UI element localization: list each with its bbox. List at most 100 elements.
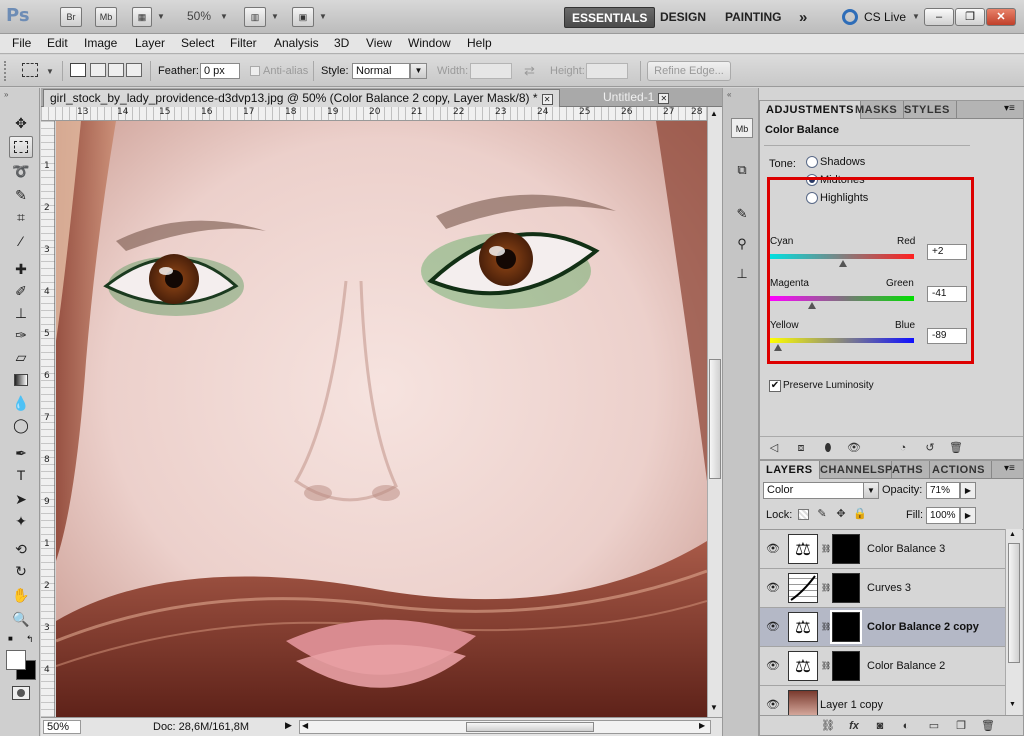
spot-healing-tool-icon[interactable]: ✚ [9,258,33,280]
menu-file[interactable]: File [12,36,31,50]
scroll-up-icon[interactable]: ▲ [1009,531,1016,538]
eye-icon[interactable]: 👁 [766,542,780,555]
swap-colors-icon[interactable]: ↰ [26,634,34,645]
dock-collapse-icon[interactable]: « [727,90,731,99]
tab-masks[interactable]: MASKS [849,101,905,119]
path-select-tool-icon[interactable]: ➤ [9,488,33,510]
status-menu-icon[interactable]: ▶ [285,720,292,731]
feather-input[interactable]: 0 px [200,63,240,79]
eye-icon[interactable]: 👁 [766,581,780,594]
magenta-green-track[interactable] [770,296,914,301]
3d-rotate-tool-icon[interactable]: ⟲ [9,538,33,560]
panel-menu-icon[interactable]: ▾≡ [1004,103,1015,114]
tab-styles[interactable]: STYLES [898,101,957,119]
screen-mode-dropdown-icon[interactable]: ▼ [319,12,327,21]
fx-icon[interactable]: fx [846,718,862,734]
hand-tool-icon[interactable]: ✋ [9,584,33,606]
radio-shadows[interactable] [806,156,818,168]
style-dropdown-icon[interactable]: ▼ [410,63,427,79]
yellow-blue-value[interactable]: -89 [927,328,967,344]
reset-icon[interactable]: ↺ [922,440,938,456]
menu-image[interactable]: Image [84,36,117,50]
menu-view[interactable]: View [366,36,392,50]
tab-untitled[interactable]: Untitled-1 ✕ [597,89,675,107]
tab-adjustments[interactable]: ADJUSTMENTS [760,101,862,119]
eye-icon[interactable]: 👁 [766,698,780,711]
zoom-dropdown-icon[interactable]: ▼ [220,12,228,21]
workspace-painting[interactable]: PAINTING [718,7,788,28]
tab-paths[interactable]: PATHS [879,461,931,479]
tab-layers[interactable]: LAYERS [760,461,820,479]
horizontal-scrollbar[interactable]: ◀ ▶ [299,720,711,734]
scroll-up-icon[interactable]: ▲ [710,109,718,118]
lock-position-icon[interactable]: ✥ [833,506,849,522]
view-extras-icon[interactable]: ▦ [132,7,152,27]
workspace-design[interactable]: DESIGN [653,7,713,28]
new-selection-icon[interactable] [70,63,86,77]
layers-scroll-thumb[interactable] [1008,543,1020,663]
chain-link-icon[interactable]: ⛓ [821,583,831,592]
brush-presets-icon[interactable]: ✎ [731,204,753,224]
fill-slider-icon[interactable]: ▶ [960,507,976,524]
yellow-blue-track[interactable] [770,338,914,343]
folder-icon[interactable]: ▭ [926,718,942,734]
layer-row[interactable]: 👁 ⚖ ⛓ Color Balance 3 [760,530,1005,569]
opacity-slider-icon[interactable]: ▶ [960,482,976,499]
height-input[interactable] [586,63,628,79]
adjustment-icon[interactable]: ◐ [898,718,914,734]
default-colors-icon[interactable]: ■ [8,634,13,643]
arrange-documents-icon[interactable]: ▥ [244,7,266,27]
style-select[interactable]: Normal [352,63,410,79]
menu-filter[interactable]: Filter [230,36,257,50]
layer-row[interactable]: 👁 ⚖ ⛓ Color Balance 2 [760,647,1005,686]
trash-icon[interactable]: 🗑 [980,718,996,734]
new-layer-icon[interactable]: ❐ [953,718,969,734]
layer-row-selected[interactable]: 👁 ⚖ ⛓ Color Balance 2 copy [760,608,1005,647]
link-icon[interactable]: ⛓ [820,718,836,734]
bridge-icon[interactable]: Br [60,7,82,27]
eye-icon[interactable]: 👁 [766,659,780,672]
lock-pixels-icon[interactable]: ✎ [814,506,830,522]
doc-size-info[interactable]: Doc: 28,6M/161,8M [153,721,249,733]
history-panel-icon[interactable]: ⧉ [731,160,753,180]
chain-link-icon[interactable]: ⛓ [821,544,831,553]
options-grip[interactable] [4,61,8,81]
workspace-essentials[interactable]: ESSENTIALS [564,7,656,28]
swap-icon[interactable]: ⇄ [524,63,535,79]
move-tool-icon[interactable]: ✥ [9,112,33,134]
crop-tool-icon[interactable]: ⌗ [9,206,33,228]
menu-3d[interactable]: 3D [334,36,349,50]
back-to-list-icon[interactable]: ◁ [766,440,782,456]
chain-link-icon[interactable]: ⛓ [821,622,831,631]
cs-live-icon[interactable] [842,9,858,25]
menu-layer[interactable]: Layer [135,36,165,50]
clip-to-layer-icon[interactable]: ⬮ [820,440,836,456]
layer-mask-thumbnail[interactable] [832,573,860,603]
cs-live-dropdown-icon[interactable]: ▼ [912,12,920,21]
blend-mode-dropdown-icon[interactable]: ▼ [863,482,879,499]
visibility-toggle-icon[interactable]: 👁 [846,440,862,456]
cyan-red-value[interactable]: +2 [927,244,967,260]
layer-mask-thumbnail[interactable] [832,534,860,564]
brush-panel-icon[interactable]: ⚲ [731,234,753,254]
dodge-tool-icon[interactable]: ◯ [9,414,33,436]
scroll-right-icon[interactable]: ▶ [699,721,705,730]
previous-state-icon[interactable]: ◔ [895,440,911,456]
preserve-luminosity-checkbox[interactable]: ✔ [769,380,781,392]
restore-button[interactable]: ❐ [955,8,985,26]
cyan-red-track[interactable] [770,254,914,259]
arrange-dropdown-icon[interactable]: ▼ [271,12,279,21]
close-tab-icon[interactable]: ✕ [541,94,553,105]
layer-mask-thumbnail[interactable] [832,651,860,681]
horizontal-scroll-thumb[interactable] [466,722,594,732]
toolbox-collapse-icon[interactable]: » [4,90,8,99]
lasso-tool-icon[interactable]: ➰ [9,160,33,182]
tab-girl-stock[interactable]: girl_stock_by_lady_providence-d3dvp13.jp… [43,89,560,107]
scroll-down-icon[interactable]: ▼ [1009,701,1016,708]
menu-help[interactable]: Help [467,36,492,50]
magenta-green-thumb[interactable] [808,302,817,309]
3d-orbit-tool-icon[interactable]: ↻ [9,560,33,582]
rect-marquee-tool-icon[interactable] [9,136,33,158]
blur-tool-icon[interactable]: 💧 [9,392,33,414]
zoom-tool-icon[interactable]: 🔍 [9,608,33,630]
